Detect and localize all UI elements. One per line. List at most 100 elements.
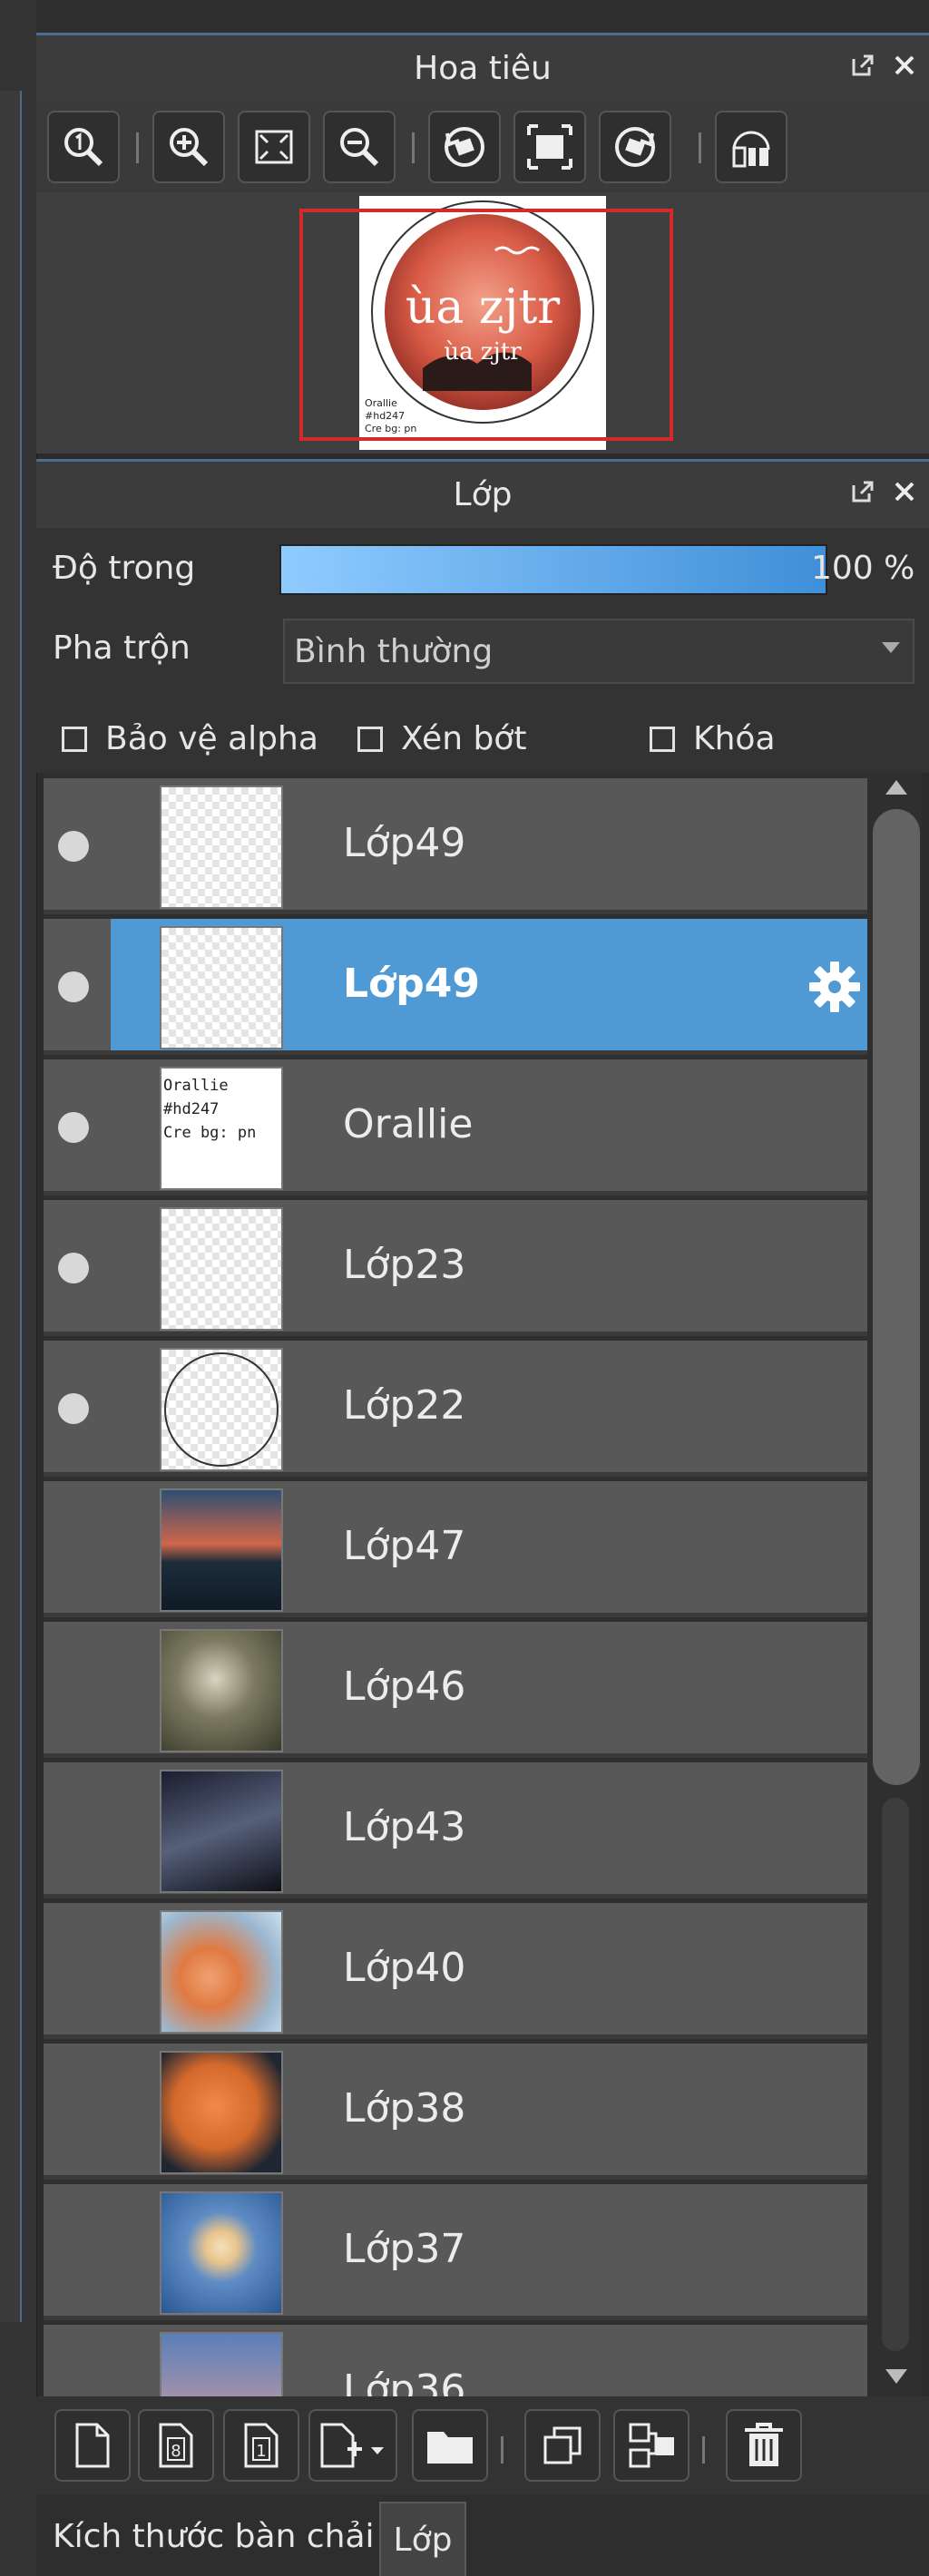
zoom-out-button[interactable]	[323, 111, 396, 183]
clipping-checkbox[interactable]: Xén bớt	[357, 720, 526, 757]
add-layer-menu-button[interactable]	[308, 2409, 397, 2482]
visibility-toggle[interactable]	[58, 1253, 89, 1283]
new-8bit-layer-button[interactable]: 8	[138, 2409, 214, 2482]
layer-row[interactable]: Lớp38	[44, 2044, 867, 2180]
opacity-slider-fill	[281, 546, 826, 593]
layer-thumbnail	[160, 785, 283, 909]
top-bar	[36, 0, 929, 33]
navigator-view-rectangle[interactable]	[299, 209, 673, 441]
new-8bit-layer-icon: 8	[159, 2423, 193, 2468]
layer-row[interactable]: Orallie #hd247 Cre bg: pn Orallie	[44, 1059, 867, 1195]
scroll-up-arrow-icon[interactable]	[885, 780, 907, 795]
scrollbar-rail	[882, 1798, 909, 2351]
navigator-preview[interactable]: ùa zjtr ùa zjtr Orallie #hd247 Cre bg: p…	[36, 192, 929, 454]
layer-name: Lớp36	[343, 2366, 466, 2396]
zoom-in-icon	[170, 128, 209, 167]
zoom-reset-button[interactable]	[47, 111, 120, 183]
close-icon[interactable]	[891, 52, 918, 79]
layer-name: Lớp49	[343, 820, 466, 866]
fit-screen-button[interactable]	[238, 111, 310, 183]
protect-alpha-label: Bảo vệ alpha	[105, 720, 318, 757]
close-icon[interactable]	[891, 478, 918, 505]
layer-row[interactable]: Lớp47	[44, 1481, 867, 1617]
opacity-value: 100 %	[811, 550, 915, 587]
layer-row[interactable]: Lớp40	[44, 1903, 867, 2039]
layer-thumbnail	[160, 2332, 283, 2396]
merge-down-button[interactable]	[613, 2409, 689, 2482]
left-dock-strip	[0, 0, 37, 2576]
layer-name: Lớp37	[343, 2226, 466, 2272]
layer-name: Lớp22	[343, 1382, 466, 1429]
flip-horizontal-button[interactable]	[715, 111, 787, 183]
layer-name: Lớp23	[343, 1242, 466, 1288]
tab-layers-label: Lớp	[393, 2521, 453, 2559]
lock-label: Khóa	[693, 720, 776, 757]
new-1bit-layer-button[interactable]: 1	[223, 2409, 299, 2482]
visibility-toggle[interactable]	[58, 1393, 89, 1424]
blend-mode-select[interactable]: Bình thường	[283, 619, 914, 684]
blend-mode-label: Pha trộn	[53, 629, 191, 667]
delete-layer-icon	[745, 2423, 783, 2466]
svg-text:1: 1	[256, 2442, 266, 2461]
duplicate-layer-button[interactable]	[524, 2409, 601, 2482]
scroll-down-arrow-icon[interactable]	[885, 2369, 907, 2384]
layer-row-selected[interactable]: Lớp49	[44, 919, 867, 1055]
delete-layer-button[interactable]	[726, 2409, 802, 2482]
new-folder-button[interactable]	[412, 2409, 488, 2482]
layer-row[interactable]: Lớp22	[44, 1341, 867, 1477]
fullscreen-icon	[527, 124, 572, 170]
rotate-right-button[interactable]	[599, 111, 671, 183]
flip-horizontal-icon	[732, 131, 770, 168]
add-layer-menu-icon	[320, 2423, 384, 2468]
layer-thumbnail	[160, 1910, 283, 2034]
layer-row[interactable]: Lớp46	[44, 1622, 867, 1758]
layer-name: Lớp43	[343, 1804, 466, 1850]
layer-thumbnail	[160, 926, 283, 1049]
tab-layers[interactable]: Lớp	[379, 2502, 466, 2576]
navigator-title: Hoa tiêu	[414, 50, 552, 87]
layer-row[interactable]: Lớp36	[44, 2325, 867, 2396]
duplicate-layer-icon	[543, 2426, 582, 2464]
checkbox-box	[357, 726, 383, 752]
lock-checkbox[interactable]: Khóa	[650, 720, 776, 757]
new-1bit-layer-icon: 1	[244, 2423, 279, 2468]
visibility-toggle[interactable]	[58, 971, 89, 1002]
layer-row[interactable]: Lớp43	[44, 1762, 867, 1898]
layer-name: Lớp49	[343, 961, 480, 1007]
popout-icon[interactable]	[849, 478, 876, 505]
layer-row[interactable]: Lớp23	[44, 1200, 867, 1336]
merge-down-icon	[629, 2423, 674, 2468]
thumbnail-text-line: #hd247	[163, 1100, 220, 1118]
checkbox-box	[650, 726, 675, 752]
popout-icon[interactable]	[849, 52, 876, 79]
zoom-in-button[interactable]	[152, 111, 225, 183]
bottom-tab-bar: Kích thước bàn chải Lớp	[36, 2494, 929, 2576]
layer-row[interactable]: Lớp37	[44, 2184, 867, 2320]
layer-thumbnail	[160, 2051, 283, 2174]
gear-icon[interactable]	[807, 960, 862, 1014]
folder-icon	[427, 2432, 473, 2464]
tab-brush-size[interactable]: Kích thước bàn chải	[53, 2518, 375, 2555]
scrollbar-thumb[interactable]	[873, 809, 920, 1785]
zoom-out-icon	[340, 128, 379, 167]
navigator-panel-header: Hoa tiêu	[36, 33, 929, 102]
layer-thumbnail: Orallie #hd247 Cre bg: pn	[160, 1067, 283, 1190]
rotate-left-button[interactable]	[428, 111, 501, 183]
layers-title: Lớp	[453, 476, 513, 513]
zoom-reset-icon	[64, 128, 103, 167]
layer-row[interactable]: Lớp49	[44, 778, 867, 914]
new-layer-button[interactable]	[54, 2409, 131, 2482]
protect-alpha-checkbox[interactable]: Bảo vệ alpha	[62, 720, 318, 757]
layer-name: Lớp38	[343, 2085, 466, 2132]
layer-name: Lớp40	[343, 1945, 466, 1991]
visibility-toggle[interactable]	[58, 831, 89, 862]
layer-thumbnail	[160, 1207, 283, 1331]
layer-thumbnail	[160, 1348, 283, 1471]
opacity-slider[interactable]	[279, 544, 827, 595]
visibility-toggle[interactable]	[58, 1112, 89, 1143]
fullscreen-button[interactable]	[513, 111, 586, 183]
rotate-right-icon	[615, 127, 655, 167]
layer-list-scrollbar[interactable]	[871, 773, 922, 2396]
left-dock-edge	[0, 91, 22, 2322]
layer-list[interactable]: Lớp49 Lớp49 Orallie #hd247 Cre bg: pn Or…	[44, 773, 871, 2396]
